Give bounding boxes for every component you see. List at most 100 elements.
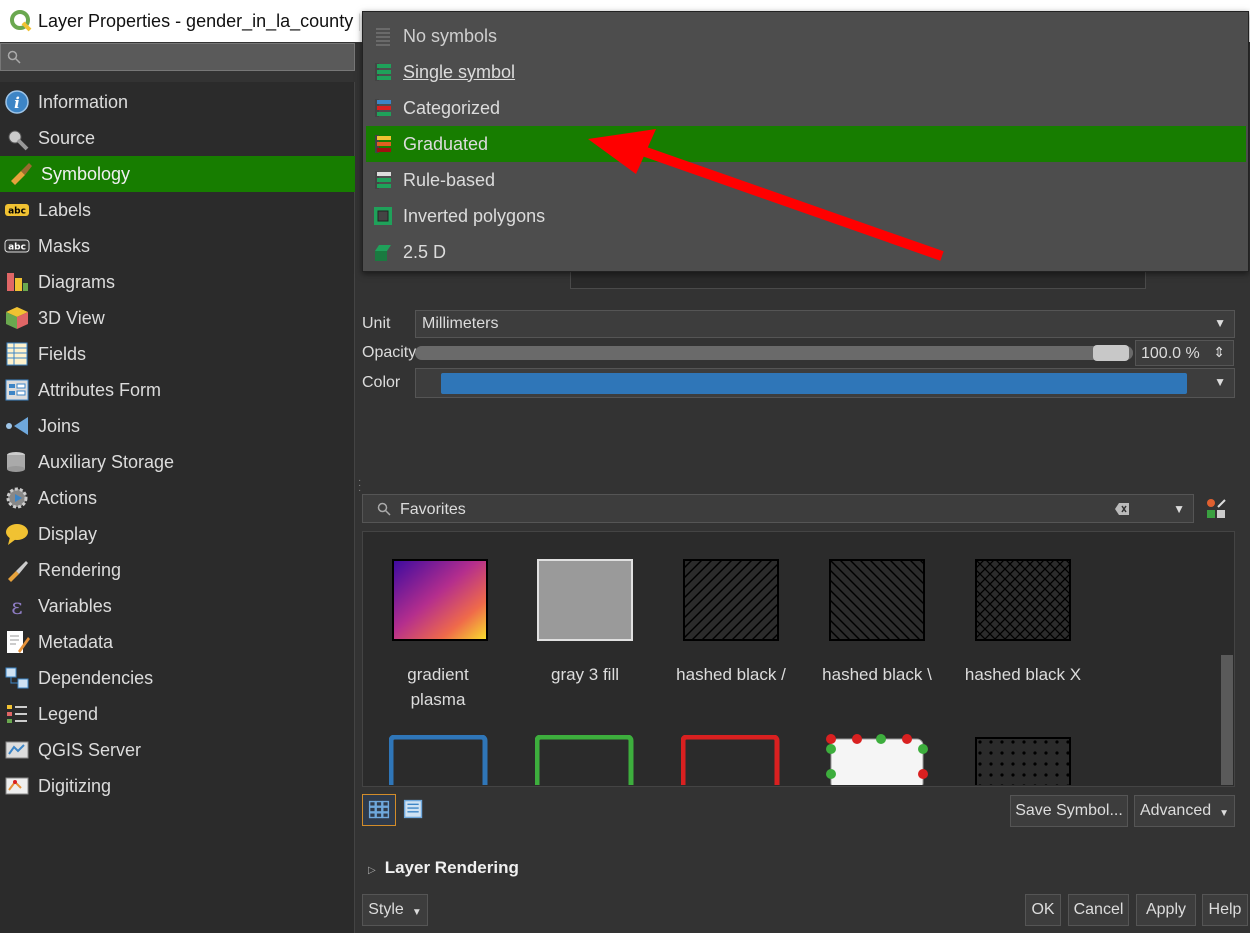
spin-arrows-icon[interactable]: ⇕	[1213, 344, 1225, 361]
sidebar-item-label: Legend	[38, 703, 99, 724]
menu-item-rule-based[interactable]: Rule-based	[363, 162, 1250, 198]
actions-gear-icon	[6, 487, 28, 509]
menu-item-categorized[interactable]: Categorized	[363, 90, 1250, 126]
help-button[interactable]: Help	[1202, 894, 1248, 926]
dotted-fill-icon[interactable]	[975, 737, 1071, 785]
icon-view-button[interactable]	[362, 794, 396, 826]
dependencies-icon	[5, 667, 29, 689]
sidebar-item-label: Masks	[38, 235, 91, 256]
sidebar-item-diagrams[interactable]: Diagrams	[0, 264, 355, 300]
sidebar-item-rendering[interactable]: Rendering	[0, 552, 355, 588]
menu-item-no-symbols[interactable]: No symbols	[363, 18, 1250, 54]
chevron-down-icon[interactable]: ▼	[1214, 375, 1226, 389]
search-icon	[7, 50, 21, 64]
sidebar-item-legend[interactable]: Legend	[0, 696, 355, 732]
opacity-slider-fill	[415, 346, 1133, 360]
menu-item-graduated[interactable]: Graduated	[366, 126, 1246, 162]
sidebar-item-variables[interactable]: ε Variables	[0, 588, 355, 624]
vertex-markers-fill-icon[interactable]	[823, 731, 931, 785]
sidebar-item-information[interactable]: i Information	[0, 84, 355, 120]
sidebar: i Information Source Symbology abc Labels abc M…	[0, 82, 355, 933]
sidebar-item-label: Symbology	[41, 163, 131, 184]
color-button[interactable]: ▼	[415, 368, 1235, 398]
symbol-tile-label: gradient plasma	[407, 665, 469, 709]
sidebar-search-input[interactable]	[0, 43, 355, 71]
menu-item-label: Inverted polygons	[403, 205, 546, 226]
fields-table-icon	[6, 342, 28, 366]
digitizing-icon	[5, 777, 29, 795]
style-button[interactable]: Style ▼	[362, 894, 428, 926]
splitter-handle[interactable]: · · ·	[358, 476, 361, 498]
list-view-button[interactable]	[398, 794, 432, 826]
style-manager-icon[interactable]	[1204, 497, 1228, 521]
source-wrench-icon	[8, 130, 29, 151]
menu-item-label: No symbols	[403, 25, 498, 46]
clear-icon[interactable]	[1115, 503, 1129, 515]
red-outline-fill-icon[interactable]	[681, 735, 781, 785]
sidebar-item-label: 3D View	[38, 307, 105, 328]
ok-button[interactable]: OK	[1025, 894, 1061, 926]
menu-item-label: 2.5 D	[403, 241, 447, 262]
two-five-d-icon	[375, 245, 391, 261]
unit-combo[interactable]: Millimeters ▼	[415, 310, 1235, 338]
blue-outline-fill-icon[interactable]	[389, 735, 489, 785]
search-icon	[377, 502, 391, 516]
unit-label: Unit	[362, 315, 391, 332]
sidebar-item-label: Actions	[38, 487, 98, 508]
sidebar-item-attributes-form[interactable]: Attributes Form	[0, 372, 355, 408]
sidebar-item-actions[interactable]: Actions	[0, 480, 355, 516]
expand-triangle-icon: ▷	[368, 865, 376, 876]
gallery-scrollbar-thumb[interactable]	[1221, 655, 1233, 785]
opacity-slider-handle[interactable]	[1093, 345, 1129, 361]
apply-button[interactable]: Apply	[1136, 894, 1196, 926]
sidebar-item-symbology[interactable]: Symbology	[0, 156, 355, 192]
sidebar-item-label: QGIS Server	[38, 739, 142, 760]
metadata-pencil-icon	[7, 631, 30, 653]
sidebar-item-label: Information	[38, 91, 129, 112]
sidebar-item-digitizing[interactable]: Digitizing	[0, 768, 355, 804]
menu-item-2-5-d[interactable]: 2.5 D	[363, 234, 1250, 270]
sidebar-item-dependencies[interactable]: Dependencies	[0, 660, 355, 696]
masks-abc-icon: abc	[4, 239, 30, 253]
chevron-down-icon: ▼	[1219, 807, 1230, 819]
svg-text:abc: abc	[8, 207, 26, 217]
sidebar-item-auxiliary-storage[interactable]: Auxiliary Storage	[0, 444, 355, 480]
menu-item-label: Categorized	[403, 97, 501, 118]
sidebar-item-display[interactable]: Display	[0, 516, 355, 552]
sidebar-item-qgis-server[interactable]: QGIS Server	[0, 732, 355, 768]
sidebar-item-label: Variables	[38, 595, 112, 616]
symbol-filter-combo[interactable]: Favorites ▼	[362, 494, 1194, 523]
sidebar-item-source[interactable]: Source	[0, 120, 355, 156]
advanced-button[interactable]: Advanced ▼	[1134, 795, 1235, 827]
sidebar-item-joins[interactable]: Joins	[0, 408, 355, 444]
symbol-tile-label: hashed black /	[676, 665, 786, 684]
opacity-slider[interactable]	[415, 346, 1133, 360]
save-symbol-button[interactable]: Save Symbol...	[1010, 795, 1128, 827]
green-outline-fill-icon[interactable]	[535, 735, 635, 785]
menu-item-inverted-polygons[interactable]: Inverted polygons	[363, 198, 1250, 234]
legend-icon	[7, 705, 27, 723]
chevron-down-icon: ▼	[411, 906, 422, 918]
symbol-tile-label: hashed black X	[964, 665, 1082, 684]
list-view-icon	[403, 799, 423, 819]
sidebar-item-label: Display	[38, 523, 98, 544]
rendering-brush-icon	[8, 561, 28, 582]
sidebar-item-label: Metadata	[38, 631, 114, 652]
advanced-label: Advanced	[1139, 802, 1212, 819]
sidebar-item-masks[interactable]: abc Masks	[0, 228, 355, 264]
cancel-button[interactable]: Cancel	[1068, 894, 1129, 926]
qgis-server-icon	[5, 741, 29, 759]
sidebar-item-3d-view[interactable]: 3D View	[0, 300, 355, 336]
sidebar-item-label: Fields	[38, 343, 87, 364]
sidebar-item-fields[interactable]: Fields	[0, 336, 355, 372]
sidebar-item-metadata[interactable]: Metadata	[0, 624, 355, 660]
sidebar-item-labels[interactable]: abc Labels	[0, 192, 355, 228]
layer-rendering-label: Layer Rendering	[384, 858, 519, 877]
style-label: Style	[368, 901, 404, 918]
rule-based-icon	[375, 171, 391, 189]
menu-item-label: Rule-based	[403, 169, 496, 190]
menu-item-single-symbol[interactable]: Single symbol	[363, 54, 1250, 90]
color-label: Color	[362, 374, 401, 391]
opacity-spinbox[interactable]: 100.0 % ⇕	[1135, 340, 1234, 366]
layer-rendering-section[interactable]: ▷ Layer Rendering	[368, 858, 519, 878]
